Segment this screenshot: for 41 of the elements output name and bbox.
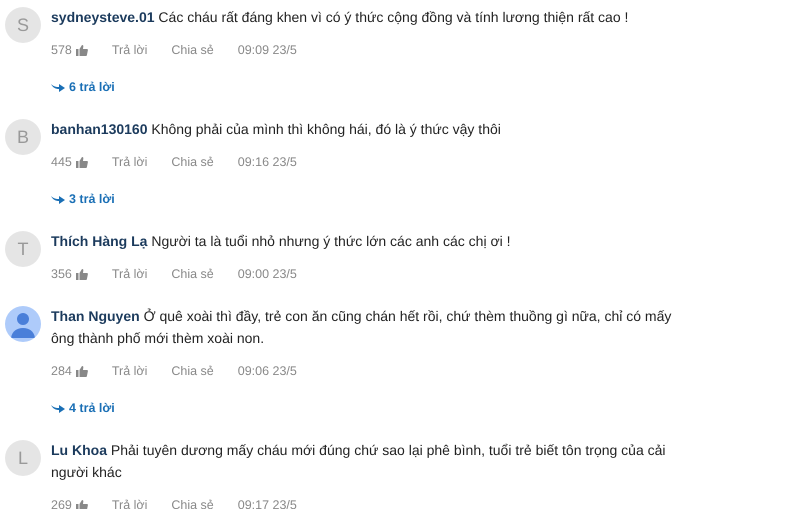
thumbs-up-icon[interactable] xyxy=(76,44,88,56)
avatar xyxy=(5,306,41,342)
comment-text: Than Nguyen Ở quê xoài thì đầy, trẻ con ăn cũng chán hết rồi, chứ thèm thuồng gì nữa, chỉ có mấy ông thành phố mới thèm xoài non. xyxy=(51,307,672,348)
like-count: 284 xyxy=(51,364,72,378)
comment-text: Thích Hàng Lạ Người ta là tuổi nhỏ nhưng ý thức lớn các anh các chị ơi ! xyxy=(51,232,512,251)
view-replies-link[interactable]: 4 trả lời xyxy=(51,398,115,418)
avatar: B xyxy=(5,119,41,155)
thumbs-up-icon[interactable] xyxy=(76,268,88,280)
reply-link[interactable]: Trả lời xyxy=(112,498,148,509)
like-count: 356 xyxy=(51,267,72,281)
reply-arrow-icon xyxy=(51,82,65,92)
thumbs-up-icon[interactable] xyxy=(76,499,88,509)
comment-time: 09:16 23/5 xyxy=(238,155,297,169)
comment-text: sydneysteve.01 Các cháu rất đáng khen vì có ý thức cộng đồng và tính lương thiện rất cao ! xyxy=(51,8,630,27)
avatar: S xyxy=(5,7,41,43)
like-count: 578 xyxy=(51,43,72,57)
reply-arrow-icon xyxy=(51,403,65,413)
comment-text: banhan130160 Không phải của mình thì không hái, đó là ý thức vậy thôi xyxy=(51,120,502,139)
like-count: 445 xyxy=(51,155,72,169)
avatar: T xyxy=(5,231,41,267)
thumbs-up-icon[interactable] xyxy=(76,365,88,377)
share-link[interactable]: Chia sẻ xyxy=(171,364,214,378)
comment-time: 09:17 23/5 xyxy=(238,498,297,509)
share-link[interactable]: Chia sẻ xyxy=(171,43,214,57)
comment-time: 09:09 23/5 xyxy=(238,43,297,57)
comment-time: 09:00 23/5 xyxy=(238,267,297,281)
reply-link[interactable]: Trả lời xyxy=(112,43,148,57)
view-replies-link[interactable]: 3 trả lời xyxy=(51,189,115,209)
avatar: L xyxy=(5,440,41,476)
thumbs-up-icon[interactable] xyxy=(76,156,88,168)
share-link[interactable]: Chia sẻ xyxy=(171,155,214,169)
share-link[interactable]: Chia sẻ xyxy=(171,498,214,509)
reply-link[interactable]: Trả lời xyxy=(112,267,148,281)
like-count: 269 xyxy=(51,498,72,509)
reply-link[interactable]: Trả lời xyxy=(112,155,148,169)
reply-link[interactable]: Trả lời xyxy=(112,364,148,378)
view-replies-link[interactable]: 6 trả lời xyxy=(51,77,115,97)
reply-arrow-icon xyxy=(51,194,65,204)
comment-text: Lu Khoa Phải tuyên dương mấy cháu mới đúng chứ sao lại phê bình, tuổi trẻ biết tôn trọng của cải người khác xyxy=(51,441,667,482)
share-link[interactable]: Chia sẻ xyxy=(171,267,214,281)
comment-time: 09:06 23/5 xyxy=(238,364,297,378)
